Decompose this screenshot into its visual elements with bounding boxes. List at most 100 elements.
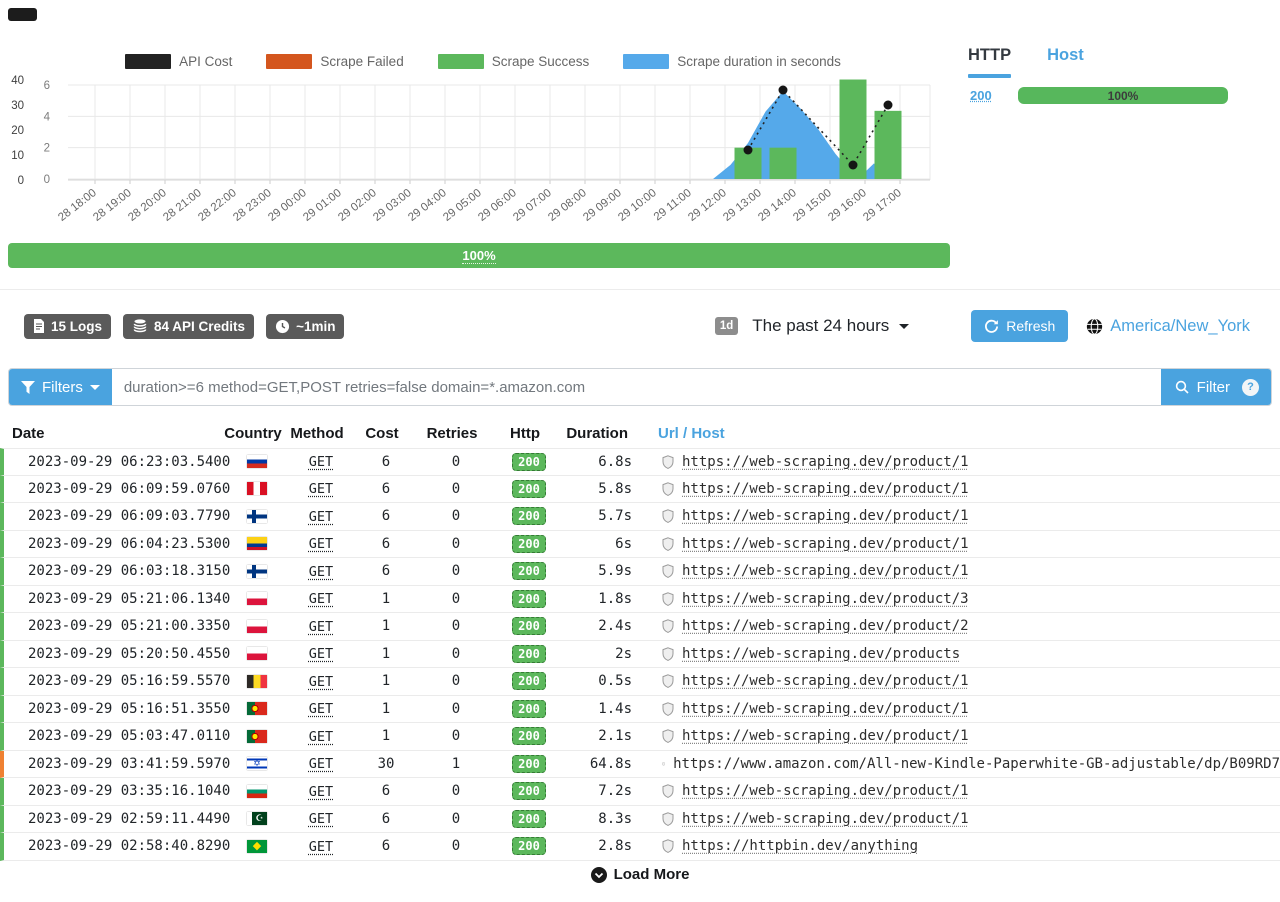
- svg-text:29 05:00: 29 05:00: [441, 187, 484, 224]
- http-status-badge[interactable]: 200: [512, 590, 546, 608]
- http-status-badge[interactable]: 200: [512, 480, 546, 498]
- shield-icon: [662, 619, 674, 633]
- method-link[interactable]: GET: [309, 646, 333, 662]
- method-link[interactable]: GET: [309, 564, 333, 580]
- method-link[interactable]: GET: [309, 784, 333, 800]
- http-status-badge[interactable]: 200: [512, 507, 546, 525]
- log-row[interactable]: 2023-09-29 06:23:03.5400GET602006.8shttp…: [0, 448, 1280, 476]
- help-icon[interactable]: ?: [1242, 379, 1259, 396]
- colombia-flag-icon: [247, 537, 267, 550]
- http-status-badge[interactable]: 200: [512, 645, 546, 663]
- log-row[interactable]: 2023-09-29 03:35:16.1040GET602007.2shttp…: [0, 778, 1280, 806]
- http-status-badge[interactable]: 200: [512, 837, 546, 855]
- log-date: 2023-09-29 05:21:06.1340: [4, 591, 226, 607]
- method-link[interactable]: GET: [309, 536, 333, 552]
- svg-text:29 02:00: 29 02:00: [336, 187, 379, 224]
- log-retries: 0: [418, 454, 494, 470]
- status-panel-rows: 200100%: [962, 87, 1274, 104]
- method-link[interactable]: GET: [309, 481, 333, 497]
- success-rate-label: 100%: [462, 248, 495, 264]
- log-duration: 8.3s: [564, 811, 652, 827]
- log-row[interactable]: 2023-09-29 02:58:40.8290GET602002.8shttp…: [0, 833, 1280, 861]
- svg-text:29 12:00: 29 12:00: [686, 187, 729, 224]
- refresh-button[interactable]: Refresh: [971, 310, 1068, 342]
- http-status-badge[interactable]: 200: [512, 617, 546, 635]
- log-row[interactable]: 2023-09-29 05:03:47.0110GET102002.1shttp…: [0, 723, 1280, 751]
- log-url-link[interactable]: https://web-scraping.dev/product/1: [682, 481, 969, 497]
- method-link[interactable]: GET: [309, 619, 333, 635]
- tab-http[interactable]: HTTP: [968, 46, 1011, 78]
- http-status-badge[interactable]: 200: [512, 453, 546, 471]
- http-status-badge[interactable]: 200: [512, 672, 546, 690]
- log-row[interactable]: 2023-09-29 06:09:59.0760GET602005.8shttp…: [0, 476, 1280, 504]
- time-range-dropdown[interactable]: The past 24 hours: [752, 316, 909, 336]
- method-link[interactable]: GET: [309, 811, 333, 827]
- load-more-label: Load More: [614, 866, 690, 883]
- http-status-badge[interactable]: 200: [512, 727, 546, 745]
- log-url-link[interactable]: https://web-scraping.dev/product/2: [682, 618, 969, 634]
- log-row[interactable]: 2023-09-29 02:59:11.4490GET602008.3shttp…: [0, 806, 1280, 834]
- log-cost: 30: [354, 756, 418, 772]
- tab-host[interactable]: Host: [1047, 46, 1084, 78]
- funnel-icon: [21, 381, 35, 394]
- log-url-link[interactable]: https://web-scraping.dev/product/1: [682, 811, 969, 827]
- log-url-link[interactable]: https://web-scraping.dev/product/1: [682, 783, 969, 799]
- log-cost: 6: [354, 508, 418, 524]
- http-status-badge[interactable]: 200: [512, 782, 546, 800]
- log-row[interactable]: 2023-09-29 06:03:18.3150GET602005.9shttp…: [0, 558, 1280, 586]
- log-url-link[interactable]: https://www.amazon.com/All-new-Kindle-Pa…: [673, 756, 1280, 772]
- log-row[interactable]: 2023-09-29 05:21:00.3350GET102002.4shttp…: [0, 613, 1280, 641]
- filter-query-input[interactable]: [112, 369, 1161, 405]
- log-date: 2023-09-29 06:09:59.0760: [4, 481, 226, 497]
- log-duration: 6s: [564, 536, 652, 552]
- log-url-link[interactable]: https://web-scraping.dev/product/1: [682, 673, 969, 689]
- search-icon: [1175, 380, 1189, 394]
- method-link[interactable]: GET: [309, 509, 333, 525]
- http-status-badge[interactable]: 200: [512, 810, 546, 828]
- log-url-link[interactable]: https://web-scraping.dev/product/1: [682, 728, 969, 744]
- log-url-link[interactable]: https://web-scraping.dev/product/1: [682, 508, 969, 524]
- timezone-link[interactable]: America/New_York: [1086, 317, 1250, 336]
- http-status-badge[interactable]: 200: [512, 700, 546, 718]
- log-row[interactable]: 2023-09-29 05:16:51.3550GET102001.4shttp…: [0, 696, 1280, 724]
- filters-dropdown-button[interactable]: Filters: [9, 369, 112, 405]
- log-row[interactable]: 2023-09-29 05:20:50.4550GET102002shttps:…: [0, 641, 1280, 669]
- method-link[interactable]: GET: [309, 674, 333, 690]
- http-status-badge[interactable]: 200: [512, 535, 546, 553]
- log-row[interactable]: 2023-09-29 06:09:03.7790GET602005.7shttp…: [0, 503, 1280, 531]
- http-code-link[interactable]: 200: [970, 88, 1008, 103]
- log-row[interactable]: 2023-09-29 05:16:59.5570GET102000.5shttp…: [0, 668, 1280, 696]
- method-link[interactable]: GET: [309, 729, 333, 745]
- log-url-link[interactable]: https://web-scraping.dev/product/1: [682, 563, 969, 579]
- log-url-link[interactable]: https://web-scraping.dev/product/1: [682, 454, 969, 470]
- http-status-row: 200100%: [962, 87, 1274, 104]
- globe-icon: [1086, 318, 1103, 335]
- log-url-link[interactable]: https://web-scraping.dev/product/1: [682, 536, 969, 552]
- log-date: 2023-09-29 06:09:03.7790: [4, 508, 226, 524]
- log-cost: 6: [354, 454, 418, 470]
- log-url-link[interactable]: https://web-scraping.dev/products: [682, 646, 960, 662]
- log-row[interactable]: 2023-09-29 06:04:23.5300GET602006shttps:…: [0, 531, 1280, 559]
- method-link[interactable]: GET: [309, 701, 333, 717]
- log-url-link[interactable]: https://httpbin.dev/anything: [682, 838, 918, 854]
- column-header-duration: Duration: [560, 425, 648, 442]
- log-url-link[interactable]: https://web-scraping.dev/product/1: [682, 701, 969, 717]
- poland-flag-icon: [247, 592, 267, 605]
- method-link[interactable]: GET: [309, 839, 333, 855]
- method-link[interactable]: GET: [309, 454, 333, 470]
- shield-icon: [662, 784, 674, 798]
- log-row[interactable]: 2023-09-29 03:41:59.5970GET30120064.8sht…: [0, 751, 1280, 779]
- http-status-badge[interactable]: 200: [512, 755, 546, 773]
- log-row[interactable]: 2023-09-29 05:21:06.1340GET102001.8shttp…: [0, 586, 1280, 614]
- svg-text:29 10:00: 29 10:00: [616, 187, 659, 224]
- logs-count-badge: 15 Logs: [24, 314, 111, 339]
- status-panel: HTTP Host 200100%: [962, 46, 1274, 104]
- api-credits-label: 84 API Credits: [154, 319, 245, 334]
- filter-apply-button[interactable]: Filter ?: [1161, 369, 1271, 405]
- http-status-badge[interactable]: 200: [512, 562, 546, 580]
- log-url-link[interactable]: https://web-scraping.dev/product/3: [682, 591, 969, 607]
- load-more-button[interactable]: Load More: [591, 866, 690, 883]
- svg-text:29 14:00: 29 14:00: [756, 187, 799, 224]
- method-link[interactable]: GET: [309, 591, 333, 607]
- method-link[interactable]: GET: [309, 756, 333, 772]
